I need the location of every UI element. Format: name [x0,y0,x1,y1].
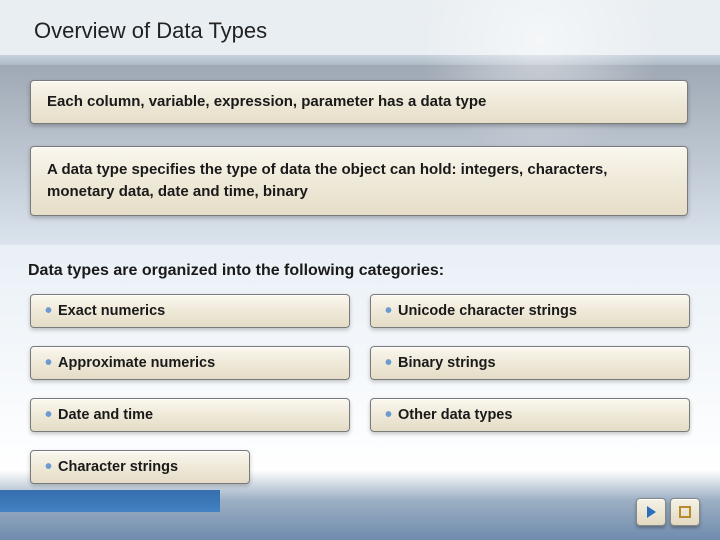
category-unicode-strings: • Unicode character strings [370,294,690,328]
category-date-and-time: • Date and time [30,398,350,432]
stop-icon [679,506,691,518]
category-binary-strings: • Binary strings [370,346,690,380]
bullet-icon: • [45,404,52,426]
category-label: Approximate numerics [58,355,215,371]
category-approximate-numerics: • Approximate numerics [30,346,350,380]
category-label: Character strings [58,459,178,475]
category-label: Exact numerics [58,303,165,319]
category-other-data-types: • Other data types [370,398,690,432]
intro-text-2: A data type specifies the type of data t… [47,161,607,200]
intro-box-2: A data type specifies the type of data t… [30,146,688,216]
bullet-icon: • [45,456,52,478]
bullet-icon: • [45,300,52,322]
page-title: Overview of Data Types [34,18,267,44]
category-label: Binary strings [398,355,496,371]
play-icon [644,505,658,519]
category-exact-numerics: • Exact numerics [30,294,350,328]
category-label: Date and time [58,407,153,423]
stop-slide-button[interactable] [670,498,700,526]
category-character-strings: • Character strings [30,450,250,484]
bullet-icon: • [385,404,392,426]
bullet-icon: • [385,352,392,374]
category-label: Unicode character strings [398,303,577,319]
categories-heading: Data types are organized into the follow… [28,262,444,280]
intro-box-1: Each column, variable, expression, param… [30,80,688,124]
footer-accent [0,490,220,512]
next-slide-button[interactable] [636,498,666,526]
category-label: Other data types [398,407,512,423]
bullet-icon: • [385,300,392,322]
bullet-icon: • [45,352,52,374]
intro-text-1: Each column, variable, expression, param… [47,93,486,110]
